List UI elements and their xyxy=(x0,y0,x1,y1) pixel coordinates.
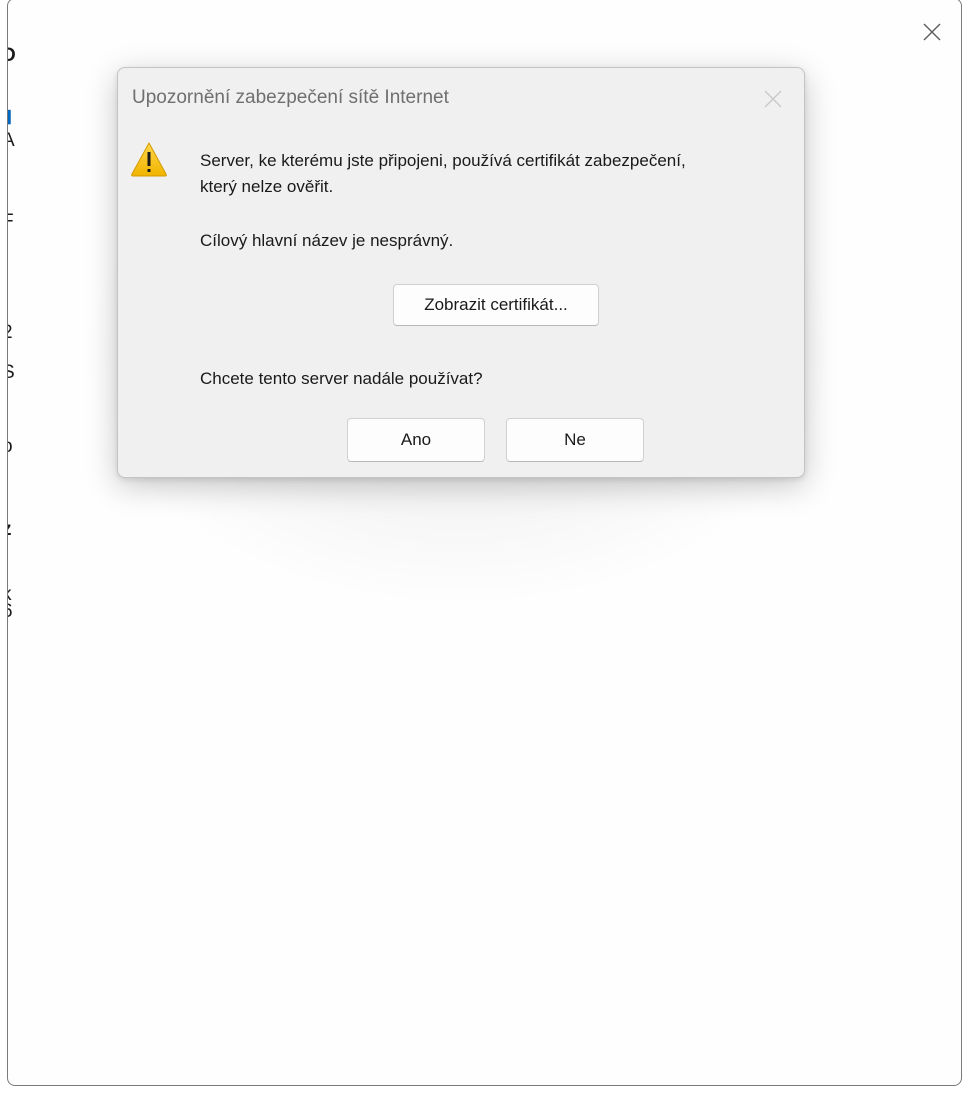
detail-text: Cílový hlavní název je nesprávný. xyxy=(200,231,454,250)
background-text-fragment: o xyxy=(8,436,13,458)
close-icon[interactable] xyxy=(921,21,943,43)
background-text-fragment: A xyxy=(8,130,15,152)
yes-button[interactable]: Ano xyxy=(347,418,485,462)
background-text-fragment: 2 xyxy=(8,322,13,344)
background-link-fragment: ▮ xyxy=(8,106,12,128)
background-text-fragment: z xyxy=(8,519,12,541)
security-alert-dialog: Upozornění zabezpečení sítě Internet Ser… xyxy=(117,67,805,478)
dialog-title: Upozornění zabezpečení sítě Internet xyxy=(132,87,449,108)
message-line-2: který nelze ověřit. xyxy=(200,177,334,196)
no-button[interactable]: Ne xyxy=(506,418,644,462)
view-certificate-button[interactable]: Zobrazit certifikát... xyxy=(393,284,599,326)
background-text-fragment: 6 xyxy=(8,601,13,623)
warning-icon xyxy=(130,141,168,177)
message-line-1: Server, ke kterému jste připojeni, použí… xyxy=(200,151,686,170)
close-icon[interactable] xyxy=(762,88,784,110)
background-text-fragment: r xyxy=(8,164,9,186)
background-text-fragment: F xyxy=(8,211,14,233)
question-text: Chcete tento server nadále používat? xyxy=(200,369,483,388)
background-text-fragment: D xyxy=(8,45,16,67)
background-text-fragment: S xyxy=(8,362,15,384)
